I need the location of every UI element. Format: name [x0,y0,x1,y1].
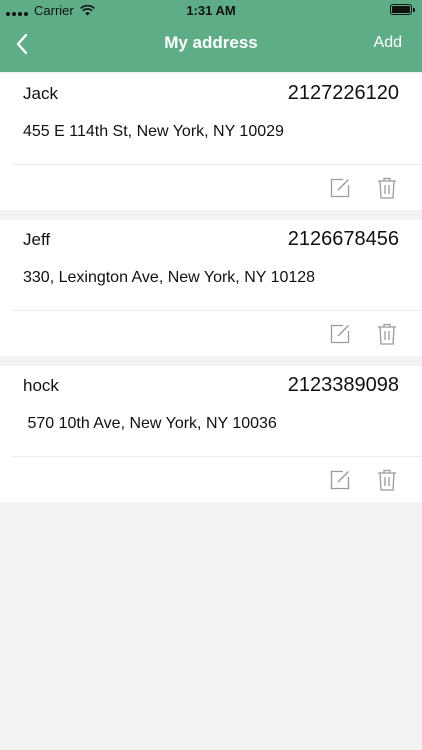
contact-address: 570 10th Ave, New York, NY 10036 [23,415,277,432]
divider [12,310,422,311]
card-actions [329,177,398,199]
trash-icon [378,469,396,491]
card-actions [329,323,398,345]
trash-icon [378,323,396,345]
edit-icon [330,324,350,344]
delete-button[interactable] [376,323,398,345]
card-actions [329,469,398,491]
battery-icon [390,4,415,15]
divider [12,164,422,165]
delete-button[interactable] [376,469,398,491]
divider [12,456,422,457]
contact-phone: 2127226120 [287,82,399,104]
header: Carrier 1:31 AM My address Add [0,0,422,72]
edit-button[interactable] [329,323,351,345]
nav-bar: My address Add [0,22,422,66]
contact-address: 330, Lexington Ave, New York, NY 10128 [23,269,316,286]
status-bar: Carrier 1:31 AM [0,0,422,22]
address-card[interactable]: Jeff 2126678456 330, Lexington Ave, New … [0,220,422,356]
status-time: 1:31 AM [186,3,236,18]
address-list: Jack 2127226120 455 E 114th St, New York… [0,74,422,512]
contact-address: 455 E 114th St, New York, NY 10029 [23,123,284,140]
edit-icon [330,470,350,490]
contact-phone: 2126678456 [287,228,399,250]
delete-button[interactable] [376,177,398,199]
contact-name: Jeff [23,230,51,249]
page-title: My address [164,33,258,52]
contact-name: Jack [23,84,58,103]
contact-phone: 2123389098 [287,374,399,396]
add-address-button[interactable]: Add [374,34,402,52]
edit-button[interactable] [329,177,351,199]
edit-icon [330,178,350,198]
edit-button[interactable] [329,469,351,491]
address-card[interactable]: Jack 2127226120 455 E 114th St, New York… [0,74,422,210]
contact-name: hock [23,376,59,395]
trash-icon [378,177,396,199]
address-card[interactable]: hock 2123389098 570 10th Ave, New York, … [0,366,422,502]
